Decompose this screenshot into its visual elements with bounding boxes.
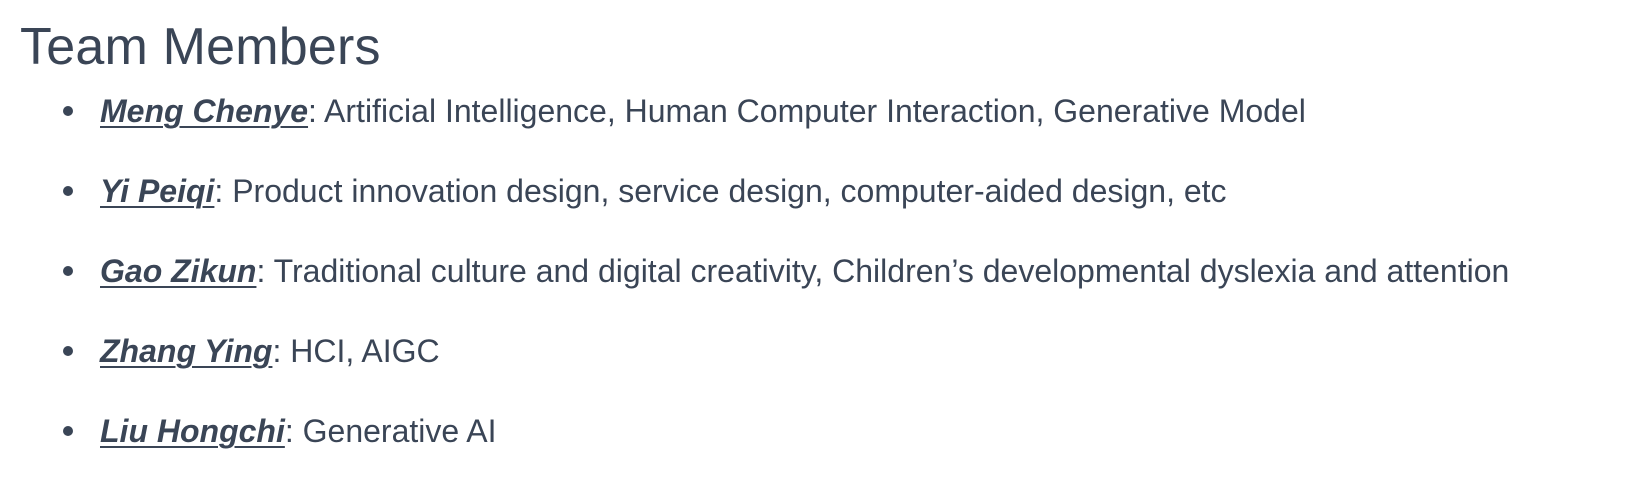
bullet-icon xyxy=(63,426,73,436)
member-name-link[interactable]: Liu Hongchi xyxy=(100,413,285,449)
section-title: Team Members xyxy=(20,18,381,76)
member-name-link[interactable]: Gao Zikun xyxy=(100,253,256,289)
team-members-section: Team Members Meng Chenye: Artificial Int… xyxy=(0,0,1632,486)
separator: : xyxy=(308,93,325,129)
list-item: Yi Peiqi: Product innovation design, ser… xyxy=(20,166,1632,246)
member-name-link[interactable]: Meng Chenye xyxy=(100,93,308,129)
bullet-icon xyxy=(63,266,73,276)
member-interests: Artificial Intelligence, Human Computer … xyxy=(324,93,1306,129)
member-interests: Generative AI xyxy=(302,413,497,449)
bullet-icon xyxy=(63,106,73,116)
list-item: Gao Zikun: Traditional culture and digit… xyxy=(20,246,1632,326)
list-item: Meng Chenye: Artificial Intelligence, Hu… xyxy=(20,86,1632,166)
separator: : xyxy=(284,413,303,449)
separator: : xyxy=(214,173,233,209)
bullet-icon xyxy=(63,186,73,196)
member-name-link[interactable]: Yi Peiqi xyxy=(100,173,214,209)
member-interests: Product innovation design, service desig… xyxy=(232,173,1227,209)
bullet-icon xyxy=(63,346,73,356)
separator: : xyxy=(256,253,274,289)
member-interests: HCI, AIGC xyxy=(290,333,440,369)
team-members-list: Meng Chenye: Artificial Intelligence, Hu… xyxy=(20,86,1632,486)
list-item: Liu Hongchi: Generative AI xyxy=(20,406,1632,486)
member-name-link[interactable]: Zhang Ying xyxy=(100,333,272,369)
separator: : xyxy=(272,333,291,369)
list-item: Zhang Ying: HCI, AIGC xyxy=(20,326,1632,406)
member-interests: Traditional culture and digital creativi… xyxy=(273,253,1510,289)
